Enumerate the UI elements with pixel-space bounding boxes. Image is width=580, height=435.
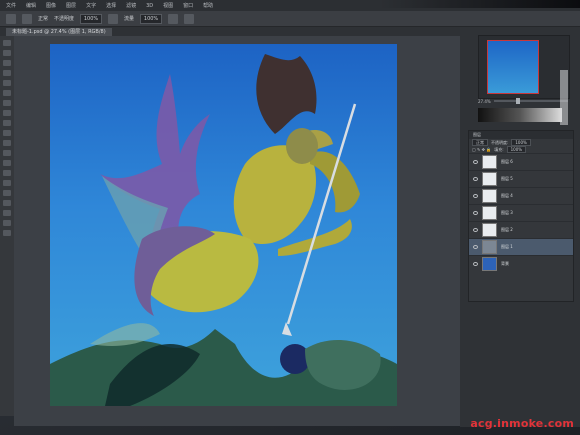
navigator-panel [478,35,570,99]
marquee-tool-icon[interactable] [3,50,11,56]
zoom-slider[interactable] [493,98,568,104]
menu-select[interactable]: 选择 [106,2,116,9]
airbrush-icon[interactable] [168,13,179,24]
flow-label: 流量 [124,16,135,22]
layer-name: 图层 3 [501,210,513,215]
mermaid-painting [50,54,397,406]
visibility-eye-icon[interactable] [473,160,478,164]
layer-row[interactable]: 图层 3 [469,204,573,221]
layer-opacity-label: 不透明度: [491,139,509,145]
options-bar: 正常 不透明度 100% 流量 100% [0,11,580,27]
flow-field[interactable]: 100% [140,13,163,24]
monitor-bezel-shadow [380,0,580,8]
type-tool-icon[interactable] [3,190,11,196]
artwork-canvas[interactable] [50,44,397,406]
visibility-eye-icon[interactable] [473,194,478,198]
visibility-eye-icon[interactable] [473,262,478,266]
zoom-percentage[interactable]: 27.4% [478,99,491,104]
eraser-tool-icon[interactable] [3,140,11,146]
layer-name: 图层 6 [501,159,513,164]
path-select-tool-icon[interactable] [3,200,11,206]
mode-label[interactable]: 正常 [38,15,48,22]
blur-tool-icon[interactable] [3,160,11,166]
document-tab[interactable]: 未标题-1.psd @ 27.4% (图层 1, RGB/8) [6,28,112,36]
menu-view[interactable]: 视图 [163,2,173,9]
layers-blend-row: 正常 不透明度: 100% [469,139,573,146]
menu-layer[interactable]: 图层 [66,2,76,9]
layer-row-background[interactable]: 背景 [469,255,573,272]
layer-fill-field[interactable]: 100% [506,146,527,153]
layer-thumbnail [482,172,497,186]
layer-name: 图层 4 [501,193,513,198]
layer-opacity-field[interactable]: 100% [511,139,531,146]
opacity-label: 不透明度 [54,16,75,22]
opacity-field[interactable]: 100% [80,13,103,24]
layer-row[interactable]: 图层 2 [469,221,573,238]
visibility-eye-icon[interactable] [473,245,478,249]
canvas-workspace[interactable] [14,36,460,426]
layers-fill-row: ▢ ✎ ✥ 🔒 填充: 100% [469,146,573,153]
layer-name: 图层 2 [501,227,513,232]
layer-thumbnail [482,155,497,169]
lasso-tool-icon[interactable] [3,60,11,66]
blend-mode-select[interactable]: 正常 [472,139,488,146]
visibility-eye-icon[interactable] [473,211,478,215]
menu-3d[interactable]: 3D [146,3,153,9]
menu-file[interactable]: 文件 [6,2,16,9]
monitor-screen: 文件 编辑 图像 图层 文字 选择 滤镜 3D 视图 窗口 帮助 正常 不透明度… [0,0,580,435]
brush-tool-icon[interactable] [6,13,16,24]
hand-tool-icon[interactable] [3,220,11,226]
menu-help[interactable]: 帮助 [203,2,213,9]
history-brush-tool-icon[interactable] [3,130,11,136]
visibility-eye-icon[interactable] [473,228,478,232]
layer-row[interactable]: 图层 4 [469,187,573,204]
panel-scrollbar[interactable] [560,70,568,125]
layer-thumbnail [482,240,497,254]
layer-thumbnail [482,257,497,271]
menu-type[interactable]: 文字 [86,2,96,9]
crop-tool-icon[interactable] [3,80,11,86]
layer-row[interactable]: 图层 5 [469,170,573,187]
navigator-thumbnail[interactable] [487,40,539,94]
pen-tool-icon[interactable] [3,180,11,186]
visibility-eye-icon[interactable] [473,177,478,181]
brush-preset-icon[interactable] [22,13,32,24]
shape-tool-icon[interactable] [3,210,11,216]
layer-name: 图层 1 [501,244,513,249]
zoom-slider-knob[interactable] [516,98,520,104]
menu-edit[interactable]: 编辑 [26,2,36,9]
healing-tool-icon[interactable] [3,100,11,106]
pressure-opacity-icon[interactable] [108,13,119,24]
brush-tool-icon[interactable] [3,110,11,116]
navigator-zoom-row: 27.4% [478,98,568,104]
lock-icons[interactable]: ▢ ✎ ✥ 🔒 [472,147,491,152]
menu-filter[interactable]: 滤镜 [126,2,136,9]
color-ramp[interactable] [478,108,562,122]
document-tab-bar: 未标题-1.psd @ 27.4% (图层 1, RGB/8) [0,27,460,36]
move-tool-icon[interactable] [3,40,11,46]
tools-panel [0,36,14,416]
dodge-tool-icon[interactable] [3,170,11,176]
menu-window[interactable]: 窗口 [183,2,193,9]
quick-select-tool-icon[interactable] [3,70,11,76]
layer-thumbnail [482,223,497,237]
layer-fill-label: 填充: [494,146,504,152]
zoom-tool-icon[interactable] [3,230,11,236]
layer-thumbnail [482,189,497,203]
layer-row[interactable]: 图层 6 [469,153,573,170]
site-watermark: acg.inmoke.com [470,417,574,430]
layer-row-selected[interactable]: 图层 1 [469,238,573,255]
layers-panel: 图层 正常 不透明度: 100% ▢ ✎ ✥ 🔒 填充: 100% 图层 6 图… [468,130,574,302]
pressure-size-icon[interactable] [184,13,195,24]
layer-name: 图层 5 [501,176,513,181]
eyedropper-tool-icon[interactable] [3,90,11,96]
layer-thumbnail [482,206,497,220]
layer-name: 背景 [501,261,509,266]
stamp-tool-icon[interactable] [3,120,11,126]
layers-tab[interactable]: 图层 [469,131,573,139]
gradient-tool-icon[interactable] [3,150,11,156]
menu-image[interactable]: 图像 [46,2,56,9]
